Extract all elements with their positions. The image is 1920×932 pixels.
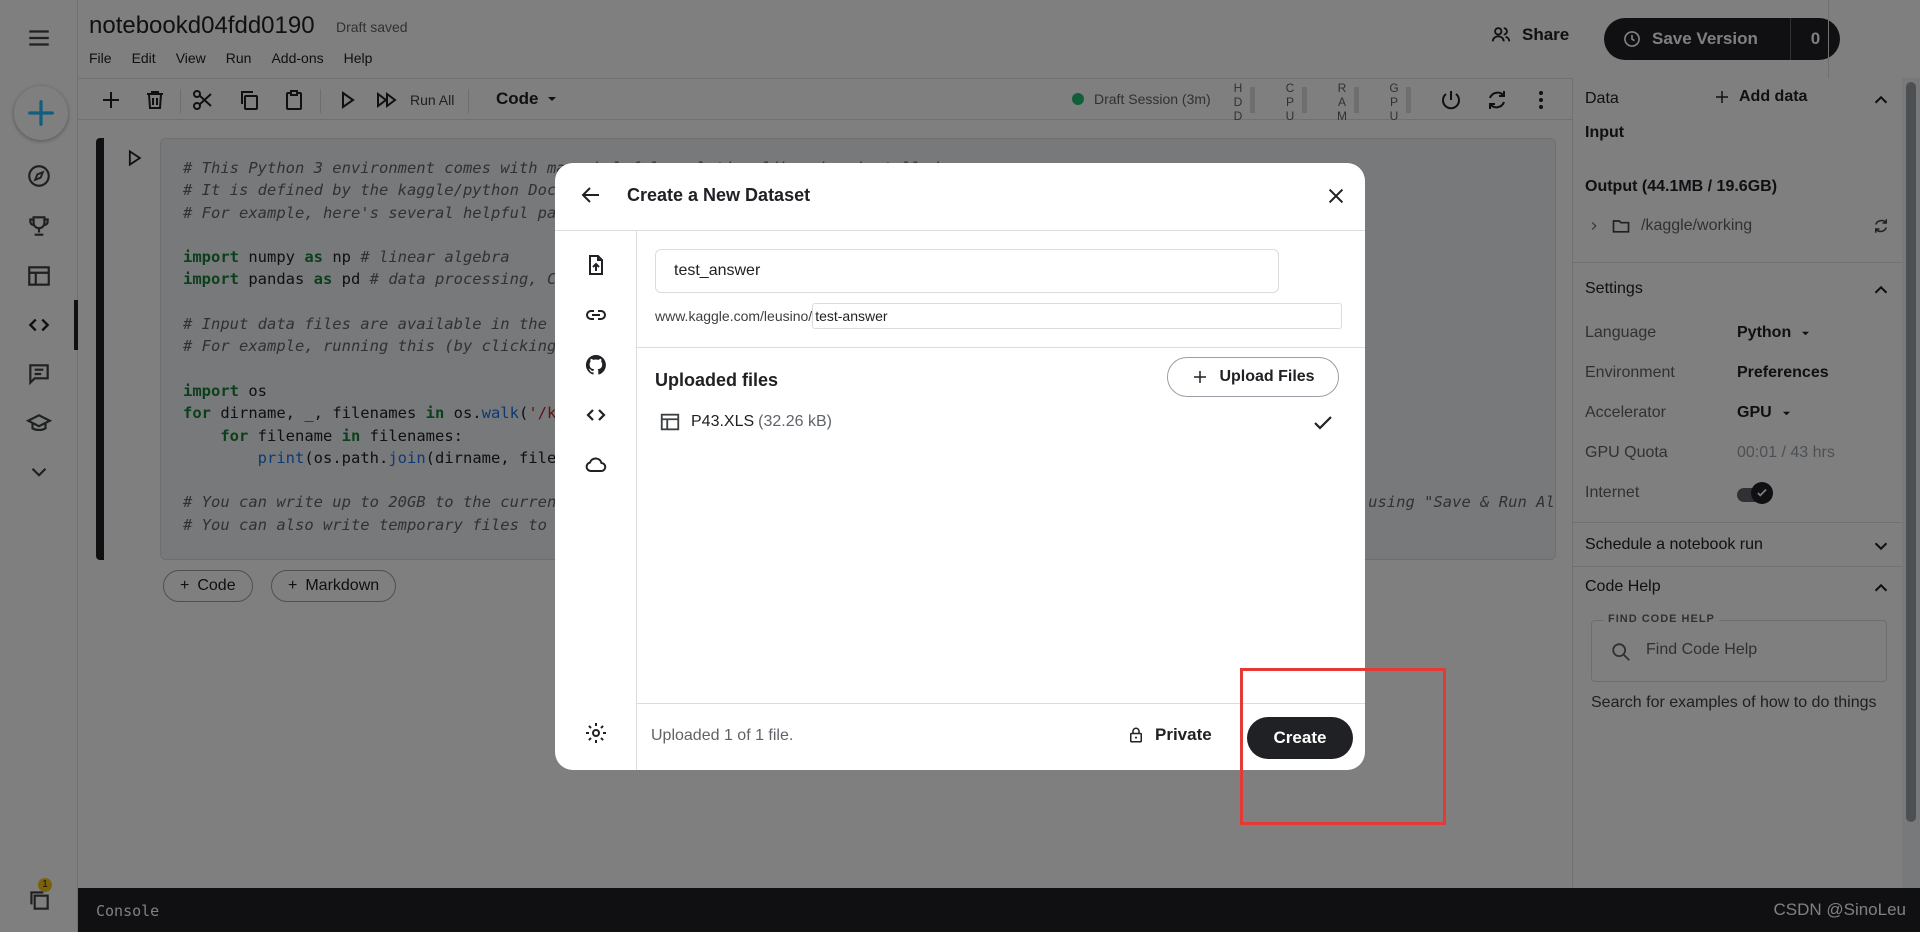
privacy-toggle-button[interactable]: Private [1127,725,1212,745]
upload-files-label: Upload Files [1219,368,1315,385]
github-icon[interactable] [555,347,637,383]
dialog-title: Create a New Dataset [627,185,811,205]
plus-icon [1194,371,1207,383]
gear-icon[interactable] [555,715,637,751]
upload-file-icon[interactable] [555,247,637,283]
table-icon [660,413,680,431]
uploaded-files-title: Uploaded files [655,370,779,390]
code-icon[interactable] [555,397,637,433]
cloud-icon[interactable] [555,447,637,483]
highlight-annotation [1240,668,1446,825]
upload-complete-check-icon [1311,411,1335,440]
uploaded-file-row[interactable]: P43.XLS (32.26 kB) [659,411,832,433]
dataset-name-input[interactable]: test_answer [655,249,1279,293]
upload-status: Uploaded 1 of 1 file. [651,727,794,744]
dataset-source-sidebar [555,231,637,770]
back-arrow-icon[interactable] [579,183,603,212]
url-prefix: www.kaggle.com/leusino/ [655,308,813,324]
url-slug-input[interactable]: test-answer [812,303,1343,329]
link-icon[interactable] [555,297,637,333]
dataset-url: www.kaggle.com/leusino/ test-answer [655,303,1343,329]
lock-icon [1130,727,1142,743]
privacy-label: Private [1155,725,1212,744]
file-size: (32.26 kB) [758,413,832,430]
file-name: P43.XLS [691,413,755,430]
close-icon[interactable] [1325,185,1347,212]
upload-files-button[interactable]: Upload Files [1167,357,1339,397]
